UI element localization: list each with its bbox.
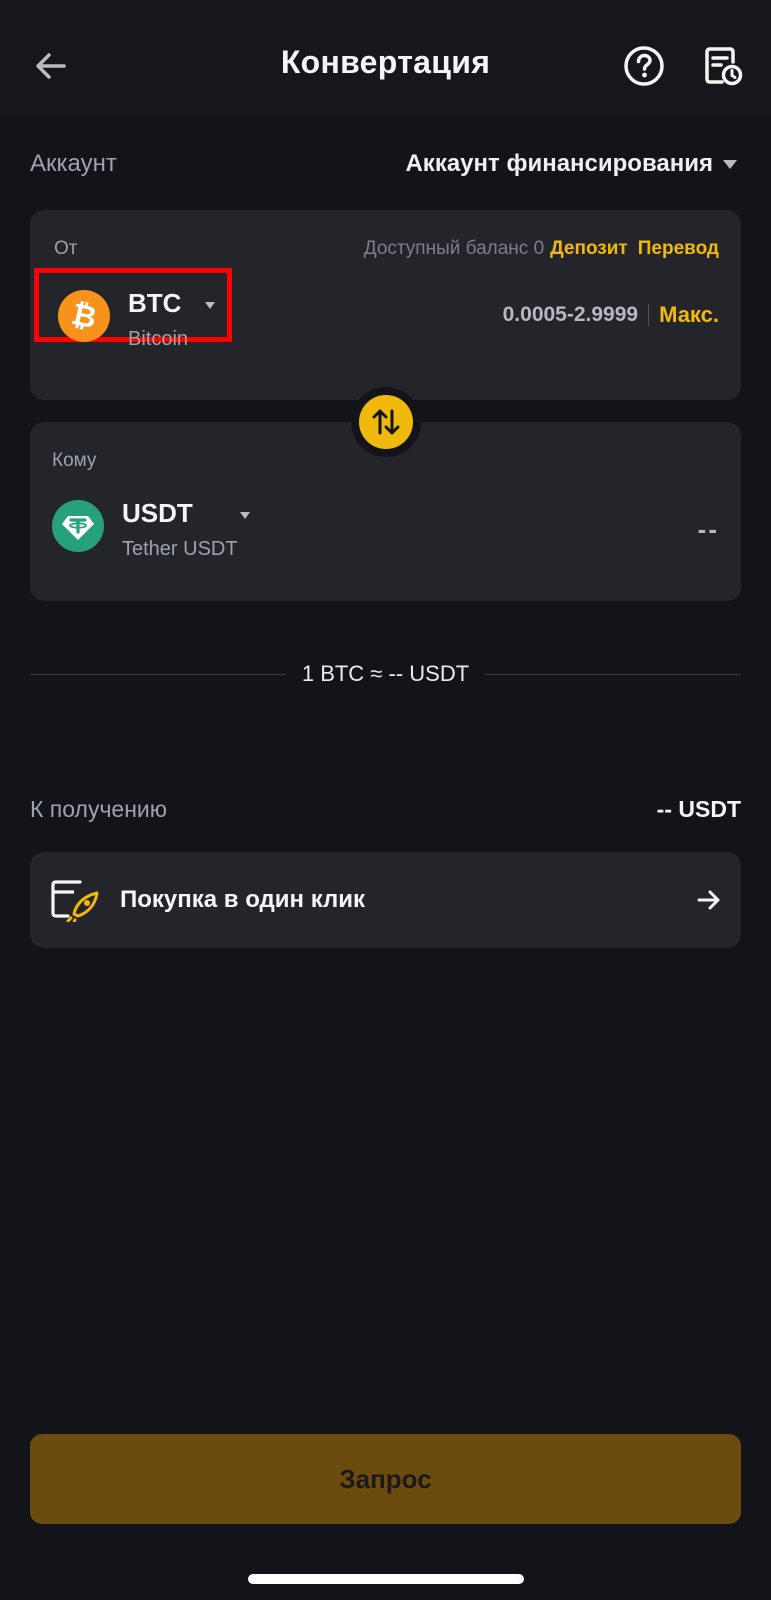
account-label: Аккаунт [30,150,117,177]
tether-icon [52,500,104,552]
caret-down-icon [240,512,250,519]
order-history-button[interactable] [700,44,744,88]
divider [648,304,650,326]
divider [30,673,286,675]
account-selector[interactable]: Аккаунт финансирования [405,150,737,178]
receive-label: К получению [30,796,168,822]
to-amount: -- [697,514,719,544]
to-label: Кому [52,450,97,471]
account-value: Аккаунт финансирования [405,150,713,177]
from-label: От [54,238,78,259]
amount-range[interactable]: 0.0005-2.9999 [503,303,638,327]
to-coin-symbol: USDT [122,498,193,528]
top-bar: Конвертация [0,0,771,116]
balance-row: Доступный баланс 0 Депозит Перевод [364,238,719,260]
swap-arrows-icon [359,395,413,449]
exchange-rate-row: 1 BTC ≈ -- USDT [30,656,741,692]
card-rocket-icon [50,876,102,924]
one-click-buy-label: Покупка в один клик [120,886,366,913]
exchange-rate: 1 BTC ≈ -- USDT [301,661,470,686]
divider [485,673,741,675]
to-coin-selector[interactable]: USDT Tether USDT [52,488,292,568]
question-circle-icon [624,46,664,86]
home-indicator[interactable] [248,1574,524,1584]
to-coin-name: Tether USDT [122,538,238,560]
max-button[interactable]: Макс. [659,302,719,328]
amount-range-row: 0.0005-2.9999 Макс. [503,302,719,328]
request-button[interactable]: Запрос [30,1434,741,1524]
order-history-icon [705,47,743,86]
transfer-link[interactable]: Перевод [638,238,719,260]
from-coin-name: Bitcoin [128,328,189,350]
one-click-buy-button[interactable]: Покупка в один клик [30,852,741,948]
available-balance: Доступный баланс 0 [363,238,545,259]
receive-value: -- USDT [656,796,741,822]
from-coin-selector[interactable]: ₿ BTC Bitcoin [34,268,232,350]
bitcoin-icon: ₿ [58,290,110,342]
from-coin-symbol: BTC [128,288,182,318]
help-button[interactable] [622,44,666,88]
caret-down-icon [723,159,737,169]
arrow-right-icon [695,886,723,914]
from-card: От Доступный баланс 0 Депозит Перевод ₿ … [30,210,741,400]
swap-button[interactable] [351,387,421,457]
svg-text:₿: ₿ [68,297,99,336]
deposit-link[interactable]: Депозит [550,238,628,260]
caret-down-icon [205,302,215,309]
